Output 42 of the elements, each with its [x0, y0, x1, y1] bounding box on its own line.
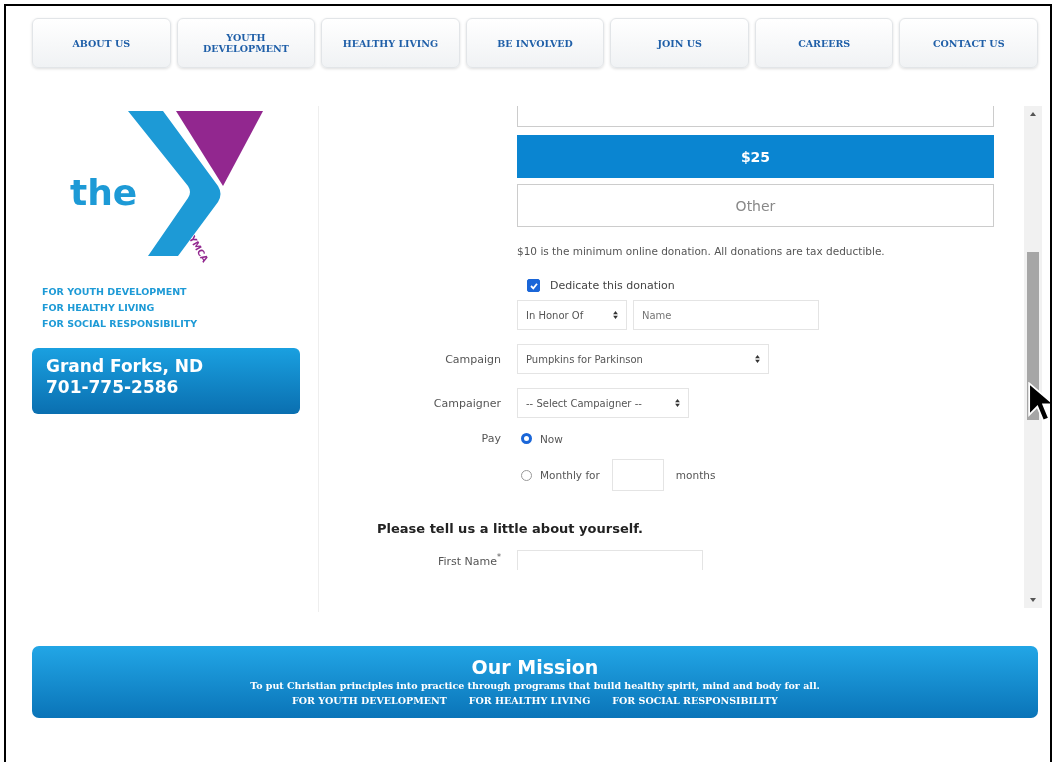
- nav-tab[interactable]: YOUTH DEVELOPMENT: [176, 18, 316, 68]
- tagline: FOR HEALTHY LIVING: [42, 301, 156, 315]
- amount-button[interactable]: Other: [517, 184, 994, 227]
- nav-tab[interactable]: HEALTHY LIVING: [321, 18, 460, 68]
- select-field[interactable]: -- Select Campaigner --: [517, 388, 689, 418]
- donation-note: $10 is the minimum online donation. All donations are tax deductible.: [517, 245, 886, 257]
- field-label: First Name$^{*}$: [436, 552, 501, 568]
- months-field[interactable]: [611, 459, 664, 491]
- amount-button[interactable]: $25: [517, 135, 994, 178]
- section-heading: Please tell us a little about yourself.: [377, 521, 645, 536]
- mission-text: To put Christian principles into practice through programs that build healthy spirit, mind and body for all.: [250, 679, 820, 693]
- mission-pillar: FOR HEALTHY LIVING: [468, 694, 591, 708]
- checkbox-label: Dedicate this donation: [550, 279, 675, 292]
- name-field[interactable]: Name: [633, 300, 819, 330]
- updown-icon: [613, 311, 618, 319]
- nav-tab[interactable]: JOIN US: [610, 18, 749, 68]
- honor-select[interactable]: In Honor Of: [517, 300, 627, 330]
- tagline: FOR YOUTH DEVELOPMENT: [42, 285, 188, 299]
- nav-tab[interactable]: BE INVOLVED: [465, 18, 605, 68]
- field-label: Campaigner: [432, 396, 501, 410]
- select-field[interactable]: Pumpkins for Parkinson: [517, 344, 769, 374]
- months-label: months: [675, 469, 716, 481]
- nav-tab[interactable]: ABOUT US: [32, 18, 171, 68]
- field-label: Pay: [480, 432, 501, 445]
- tagline: FOR SOCIAL RESPONSIBILITY: [42, 317, 198, 331]
- nav-tab[interactable]: CAREERS: [754, 18, 894, 68]
- logo-word: the: [70, 172, 138, 213]
- updown-icon: [675, 399, 680, 407]
- mission-pillar: FOR SOCIAL RESPONSIBILITY: [612, 694, 778, 708]
- field-label: Campaign: [444, 352, 501, 366]
- radio-button[interactable]: [521, 433, 532, 444]
- first-name-field[interactable]: [517, 550, 703, 570]
- radio-label: Monthly for: [540, 469, 600, 481]
- phone-text: 701-775-2586: [46, 377, 180, 398]
- updown-icon: [755, 355, 760, 363]
- radio-label: Now: [540, 432, 563, 445]
- scrollbar[interactable]: [1024, 106, 1042, 608]
- mission-title: Our Mission: [471, 656, 599, 678]
- mission-pillar: FOR YOUTH DEVELOPMENT: [292, 694, 447, 708]
- city-text: Grand Forks, ND: [46, 356, 205, 377]
- nav-tab[interactable]: CONTACT US: [899, 18, 1039, 68]
- checkbox[interactable]: [527, 279, 540, 292]
